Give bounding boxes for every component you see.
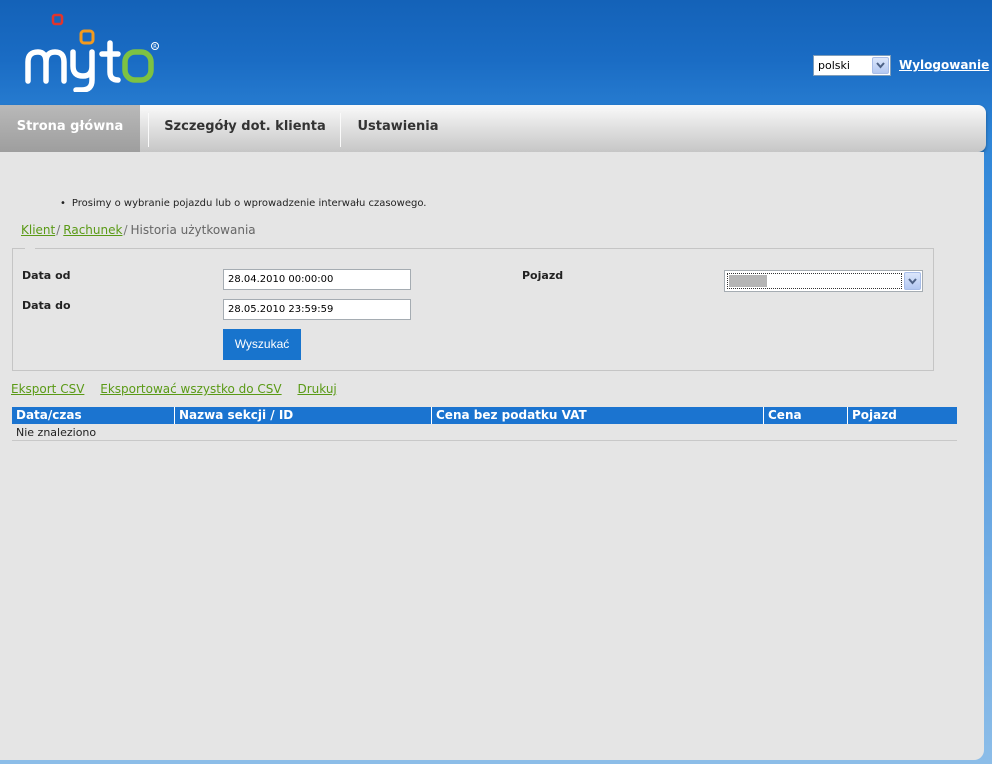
export-all-csv-link[interactable]: Eksportować wszystko do CSV xyxy=(100,382,281,396)
table-empty-row: Nie znaleziono xyxy=(12,424,957,441)
nav-separator xyxy=(340,113,341,147)
nav-item-client-details[interactable]: Szczegóły dot. klienta xyxy=(150,105,340,152)
column-price-net[interactable]: Cena bez podatku VAT xyxy=(432,407,764,424)
date-from-label: Data od xyxy=(22,269,71,282)
export-links: Eksport CSV Eksportować wszystko do CSV … xyxy=(11,382,349,396)
main-nav: Strona główna Szczegóły dot. klienta Ust… xyxy=(0,105,986,152)
breadcrumb-separator: / xyxy=(56,223,61,237)
breadcrumb-account[interactable]: Rachunek xyxy=(63,223,122,237)
chevron-down-icon[interactable] xyxy=(904,272,921,290)
table-header: Data/czas Nazwa sekcji / ID Cena bez pod… xyxy=(12,407,957,424)
nav-item-home[interactable]: Strona główna xyxy=(0,105,140,152)
logout-link[interactable]: Wylogowanie xyxy=(899,58,989,72)
search-button[interactable]: Wyszukać xyxy=(223,329,301,360)
nav-separator xyxy=(148,113,149,147)
vehicle-select-value xyxy=(729,275,767,287)
breadcrumb: Klient/Rachunek/Historia użytkowania xyxy=(21,223,256,237)
nav-item-settings[interactable]: Ustawienia xyxy=(342,105,454,152)
column-vehicle[interactable]: Pojazd xyxy=(848,407,957,424)
header: R polski Wylogowanie xyxy=(0,0,992,105)
language-select-value: polski xyxy=(818,59,850,72)
content-panel: Prosimy o wybranie pojazdu lub o wprowad… xyxy=(0,152,984,760)
usage-history-table: Data/czas Nazwa sekcji / ID Cena bez pod… xyxy=(12,407,957,441)
column-section-name[interactable]: Nazwa sekcji / ID xyxy=(175,407,432,424)
print-link[interactable]: Drukuj xyxy=(297,382,336,396)
myto-logo[interactable]: R xyxy=(22,12,167,92)
notice-message: Prosimy o wybranie pojazdu lub o wprowad… xyxy=(60,198,427,209)
vehicle-select[interactable] xyxy=(724,270,923,292)
breadcrumb-client[interactable]: Klient xyxy=(21,223,55,237)
date-from-input[interactable]: 28.04.2010 00:00:00 xyxy=(223,269,411,290)
search-form: Data od 28.04.2010 00:00:00 Data do 28.0… xyxy=(12,248,934,371)
breadcrumb-current: Historia użytkowania xyxy=(130,223,256,237)
export-csv-link[interactable]: Eksport CSV xyxy=(11,382,84,396)
date-to-label: Data do xyxy=(22,299,71,312)
date-to-input[interactable]: 28.05.2010 23:59:59 xyxy=(223,299,411,320)
language-select[interactable]: polski xyxy=(813,55,891,76)
svg-text:R: R xyxy=(153,44,157,50)
vehicle-label: Pojazd xyxy=(522,269,564,282)
column-price[interactable]: Cena xyxy=(764,407,848,424)
column-datetime[interactable]: Data/czas xyxy=(12,407,175,424)
breadcrumb-separator: / xyxy=(123,223,128,237)
chevron-down-icon[interactable] xyxy=(872,57,889,74)
